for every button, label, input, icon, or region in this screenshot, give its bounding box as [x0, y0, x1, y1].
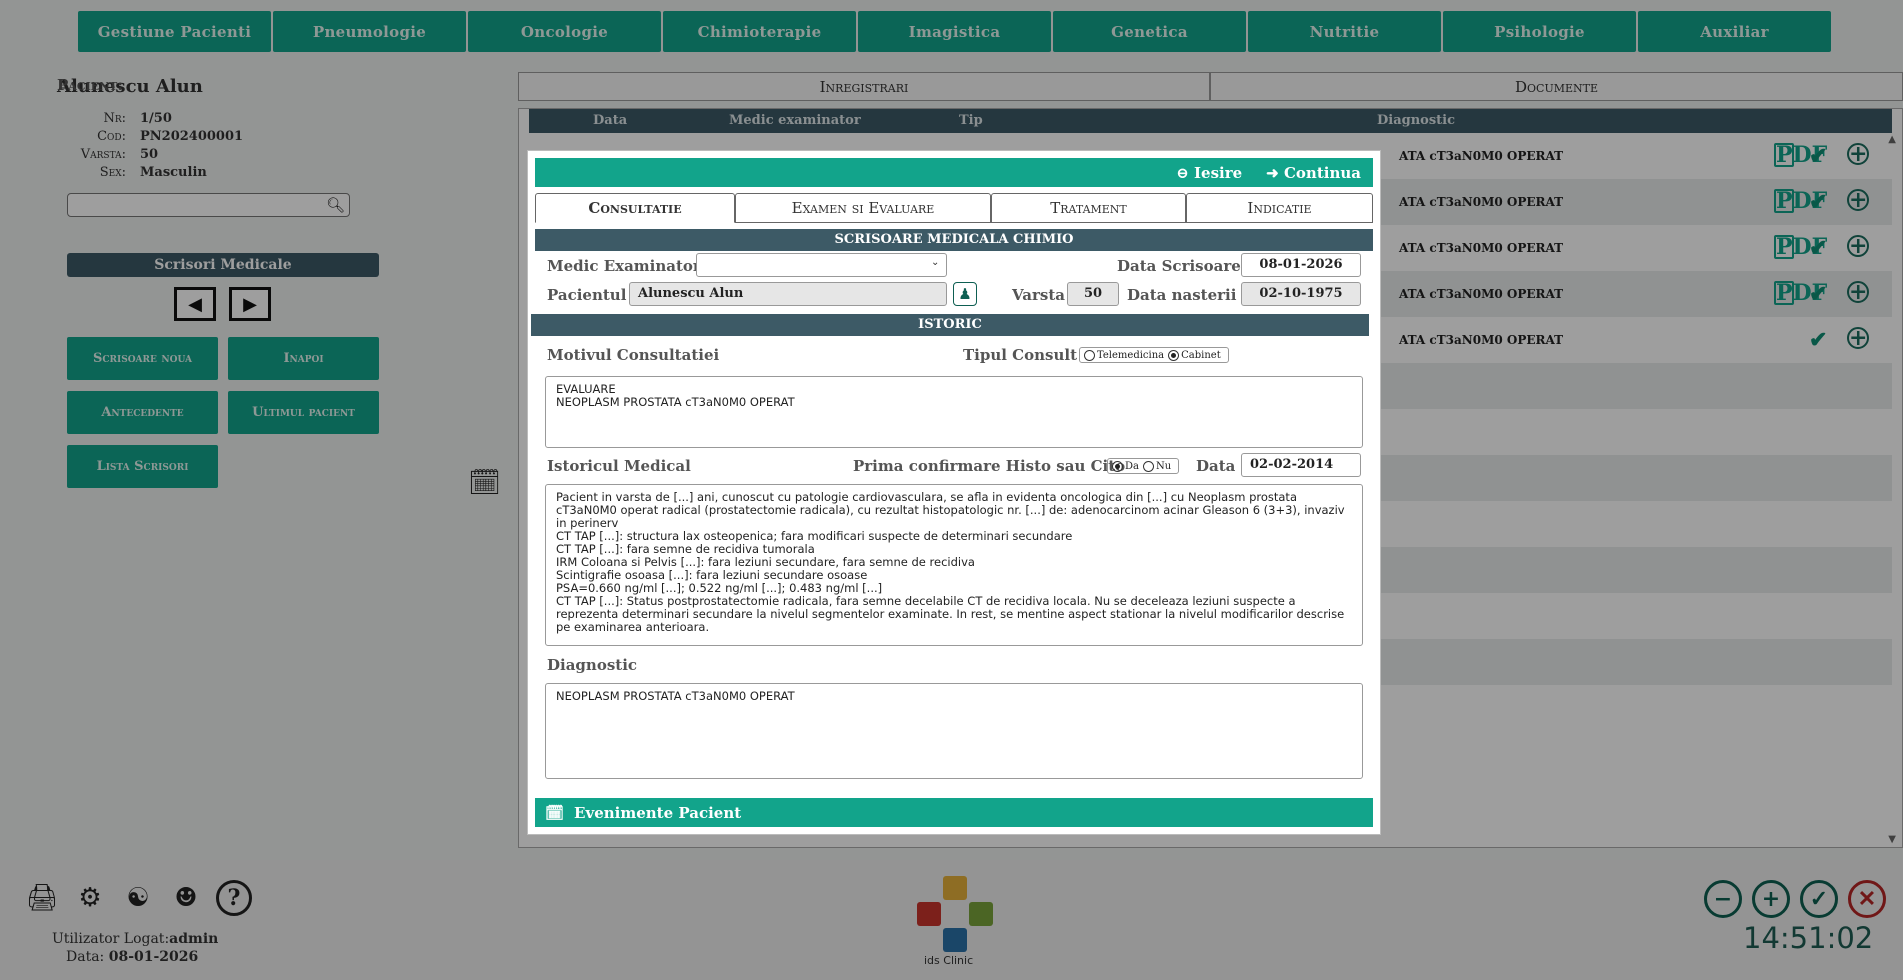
arrow-right-icon: ➜ — [1266, 163, 1279, 182]
istoric-medical-label: Istoricul Medical — [547, 457, 691, 475]
motiv-textarea[interactable]: EVALUARE NEOPLASM PROSTATA cT3aN0M0 OPER… — [545, 376, 1363, 448]
radio-dot-da — [1112, 460, 1123, 472]
radio-dot-nu — [1142, 460, 1154, 472]
data-nasterii-label: Data nasterii — [1127, 286, 1237, 304]
iesire-button[interactable]: ⊖ Iesire — [1176, 164, 1242, 182]
radio-cabinet[interactable]: Cabinet — [1168, 349, 1221, 361]
radio-telemedicina[interactable]: Telemedicina — [1084, 349, 1165, 361]
varsta-label: Varsta — [1012, 286, 1065, 304]
radio-label-da: Da — [1125, 460, 1139, 472]
calendar-events-icon: 🗓 — [545, 803, 565, 822]
modal-body: Medic Examinator ⌄ Data Scrisoare 08-01-… — [531, 251, 1377, 811]
diagnostic-textarea[interactable]: NEOPLASM PROSTATA cT3aN0M0 OPERAT — [545, 683, 1363, 779]
radio-nu[interactable]: Nu — [1142, 460, 1172, 472]
istoric-title: ISTORIC — [531, 314, 1369, 336]
medic-label: Medic Examinator — [547, 257, 701, 275]
pacient-label: Pacientul — [547, 286, 627, 304]
medical-letter-modal: ⊖ Iesire ➜ Continua Consultatie Examen s… — [528, 151, 1380, 834]
continua-label: Continua — [1283, 163, 1361, 182]
data-label: Data — [1196, 457, 1236, 475]
radio-label-cabinet: Cabinet — [1181, 349, 1221, 361]
evenimente-label: Evenimente Pacient — [574, 803, 742, 822]
tab-consultatie[interactable]: Consultatie — [535, 193, 735, 223]
istoric-textarea[interactable]: Pacient in varsta de [...] ani, cunoscut… — [545, 484, 1363, 646]
radio-dot-cabinet — [1168, 349, 1180, 361]
varsta-input: 50 — [1067, 282, 1119, 306]
radio-da[interactable]: Da — [1112, 460, 1139, 472]
tab-tratament[interactable]: Tratament — [991, 193, 1186, 223]
data-nasterii-input: 02-10-1975 — [1241, 282, 1361, 306]
tab-examen-si-evaluare[interactable]: Examen si Evaluare — [735, 193, 991, 223]
modal-toolbar: ⊖ Iesire ➜ Continua — [535, 158, 1373, 187]
iesire-label: Iesire — [1194, 163, 1243, 182]
section-title: SCRISOARE MEDICALA CHIMIO — [535, 229, 1373, 251]
data-scrisoare-label: Data Scrisoare — [1117, 257, 1241, 275]
minus-circle-icon: ⊖ — [1176, 163, 1189, 182]
continua-button[interactable]: ➜ Continua — [1266, 164, 1361, 182]
radio-label-telemedicina: Telemedicina — [1097, 349, 1165, 361]
chevron-down-icon: ⌄ — [931, 257, 940, 268]
tip-consult-label: Tipul Consult — [963, 346, 1078, 364]
histo-radio: Da Nu — [1107, 458, 1179, 474]
histo-label: Prima confirmare Histo sau Cito — [853, 457, 1126, 475]
tip-consult-radio: Telemedicina Cabinet — [1079, 347, 1229, 363]
medic-select[interactable] — [696, 253, 947, 277]
motiv-label: Motivul Consultatiei — [547, 346, 720, 364]
pacient-input: Alunescu Alun — [629, 282, 947, 306]
radio-label-nu: Nu — [1155, 460, 1172, 472]
data-histo-input[interactable]: 02-02-2014 — [1241, 453, 1361, 477]
radio-dot-telemedicina — [1084, 349, 1095, 361]
person-icon: ♟ — [958, 285, 972, 303]
diagnostic-label: Diagnostic — [547, 656, 638, 674]
modal-tabs: Consultatie Examen si Evaluare Tratament… — [535, 193, 1373, 223]
data-scrisoare-input[interactable]: 08-01-2026 — [1241, 253, 1361, 277]
tab-indicatie[interactable]: Indicatie — [1186, 193, 1373, 223]
patient-profile-button[interactable]: ♟ — [953, 282, 977, 306]
evenimente-pacient-bar[interactable]: 🗓 Evenimente Pacient — [535, 798, 1373, 827]
